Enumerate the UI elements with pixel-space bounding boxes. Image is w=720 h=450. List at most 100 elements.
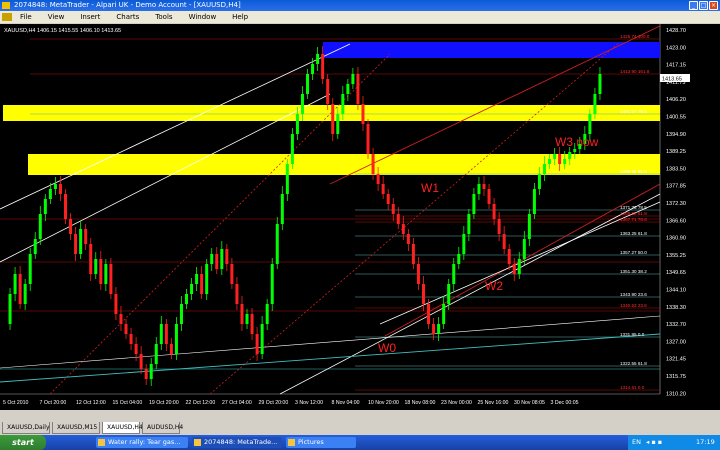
menu-window[interactable]: Window: [181, 13, 225, 21]
menu-file[interactable]: File: [12, 13, 40, 21]
candle-body: [28, 254, 32, 284]
close-button[interactable]: ×: [709, 1, 718, 10]
candle-body: [195, 274, 199, 284]
candle-body: [79, 229, 83, 254]
candle-body: [517, 259, 521, 274]
menu-charts[interactable]: Charts: [108, 13, 147, 21]
candle-body: [462, 234, 466, 254]
price-chart[interactable]: XAUUSD,H4 1406.15 1415.55 1406.10 1413.6…: [0, 24, 720, 410]
chart-canvas[interactable]: XAUUSD,H4 1406.15 1415.55 1406.10 1413.6…: [0, 24, 720, 410]
candle-body: [542, 164, 546, 174]
candle-body: [346, 84, 350, 94]
price-tick-label: 1332.70: [666, 322, 686, 328]
price-tick-label: 1383.50: [666, 166, 686, 172]
fibonacci-levels: [0, 38, 660, 391]
candle-body: [205, 264, 209, 294]
candle-body: [452, 264, 456, 284]
candle-body: [558, 154, 562, 164]
candle-body: [432, 324, 436, 334]
candle-body: [316, 54, 320, 64]
fib-level-label: 1425.74 100.0: [620, 34, 650, 39]
candle-body: [114, 294, 118, 314]
date-tick-label: 3 Dec 00:05: [551, 400, 579, 406]
minimize-button[interactable]: _: [689, 1, 698, 10]
tab-xauusd-m15[interactable]: XAUUSD,M15: [52, 422, 100, 434]
start-button[interactable]: start: [0, 435, 46, 450]
candle-body: [23, 284, 27, 304]
candle-body: [406, 234, 410, 244]
tab-xauusd-daily[interactable]: XAUUSD,Daily: [2, 422, 50, 434]
candle-body: [548, 159, 552, 164]
price-tick-label: 1394.90: [666, 132, 686, 138]
candle-body: [230, 264, 234, 284]
menu-insert[interactable]: Insert: [72, 13, 108, 21]
candle-body: [553, 154, 557, 159]
candle-body: [427, 304, 431, 324]
candle-body: [300, 94, 304, 114]
price-tick-label: 1355.25: [666, 253, 686, 259]
candle-body: [144, 369, 148, 379]
candle-body: [43, 199, 47, 214]
candle-body: [401, 224, 405, 234]
maximize-button[interactable]: □: [699, 1, 708, 10]
candle-body: [573, 149, 577, 152]
fib-level-label: 1322.55 61.8: [620, 361, 647, 366]
candle-body: [58, 184, 62, 194]
fib-level-label: 1385.56 61.8: [620, 169, 647, 174]
price-tick-label: 1327.00: [666, 339, 686, 345]
current-price-label: 1413.65: [662, 77, 682, 83]
price-tick-label: 1315.75: [666, 374, 686, 380]
fib-level-label: 1357.27 50.0: [620, 250, 647, 255]
candle-body: [174, 324, 178, 354]
candle-body: [270, 264, 274, 304]
candle-body: [210, 254, 214, 264]
price-tick-label: 1366.60: [666, 218, 686, 224]
candle-body: [190, 284, 194, 294]
price-tick-label: 1428.70: [666, 28, 686, 34]
candle-body: [139, 354, 143, 369]
taskbar-item-browser[interactable]: Water rally: Tear gas...: [96, 437, 188, 448]
menu-help[interactable]: Help: [224, 13, 256, 21]
metatrader-app-icon: [2, 2, 10, 9]
candle-body: [38, 214, 42, 239]
candle-body: [326, 79, 330, 104]
candle-body: [321, 54, 325, 79]
fib-level-label: 1371.76 78.5: [620, 205, 647, 210]
candle-body: [447, 284, 451, 304]
candle-body: [442, 304, 446, 324]
title-bar: 2074848: MetaTrader - Alpari UK - Demo A…: [0, 0, 720, 11]
candle-body: [331, 104, 335, 134]
taskbar-item-metatrader[interactable]: 2074848: MetaTrade...: [192, 437, 282, 448]
menu-tools[interactable]: Tools: [147, 13, 180, 21]
price-tick-label: 1417.15: [666, 63, 686, 69]
candle-body: [33, 239, 37, 254]
tab-audusd-h4[interactable]: AUDUSD,H4: [142, 422, 183, 434]
candle-body: [391, 204, 395, 214]
tab-xauusd-h4[interactable]: XAUUSD,H4: [102, 422, 143, 434]
candle-body: [593, 94, 597, 114]
date-tick-label: 22 Oct 12:00: [186, 400, 216, 406]
menu-view[interactable]: View: [40, 13, 73, 21]
candle-body: [13, 274, 17, 294]
candle-body: [89, 244, 93, 274]
chart-tabs: XAUUSD,Daily XAUUSD,M15 XAUUSD,H4 AUDUSD…: [0, 422, 720, 434]
candle-body: [341, 94, 345, 114]
candle-body: [235, 284, 239, 304]
date-tick-label: 3 Nov 12:00: [295, 400, 323, 406]
candle-body: [487, 189, 491, 204]
clock: 17:19: [696, 438, 715, 446]
candle-body: [371, 154, 375, 174]
candle-body: [472, 194, 476, 214]
date-tick-label: 18 Nov 08:00: [405, 400, 436, 406]
price-scale: 1428.701423.001417.151411.751406.201400.…: [666, 28, 686, 397]
candle-body: [497, 219, 501, 234]
candle-body: [336, 114, 340, 134]
price-tick-label: 1389.25: [666, 149, 686, 155]
language-indicator[interactable]: EN: [632, 435, 641, 450]
taskbar-item-pictures[interactable]: Pictures: [286, 437, 356, 448]
candle-body: [94, 259, 98, 274]
candle-body: [502, 234, 506, 249]
window-title: 2074848: MetaTrader - Alpari UK - Demo A…: [14, 1, 241, 9]
date-tick-label: 7 Oct 20:00: [40, 400, 67, 406]
candle-body: [280, 194, 284, 224]
